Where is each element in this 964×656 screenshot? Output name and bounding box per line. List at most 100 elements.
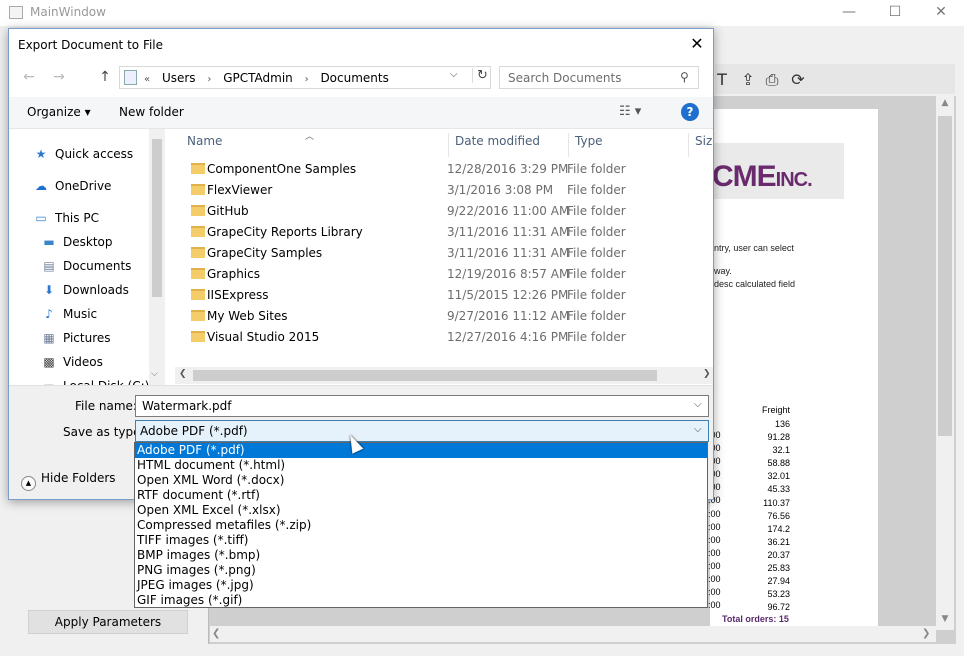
file-date: 11/5/2015 12:26 PM (447, 288, 569, 302)
refresh-icon[interactable]: ↻ (472, 68, 488, 83)
nav-item-local-disk-c[interactable]: ▭Local Disk (C:) (9, 375, 149, 385)
nav-item-documents[interactable]: ▤ Documents (9, 255, 149, 277)
file-row[interactable]: IISExpress 11/5/2015 12:26 PM File folder (175, 285, 713, 306)
chevron-right-icon[interactable]: › (305, 74, 309, 85)
minimize-button[interactable]: — (826, 0, 872, 26)
save-type-option[interactable]: Compressed metafiles (*.zip) (135, 518, 707, 533)
freight-value: 136 (774, 419, 790, 429)
file-row[interactable]: GitHub 9/22/2016 11:00 AM File folder (175, 201, 713, 222)
save-type-option[interactable]: RTF document (*.rtf) (135, 488, 707, 503)
file-row[interactable]: Graphics 12/19/2016 8:57 AM File folder (175, 264, 713, 285)
new-folder-button[interactable]: New folder (119, 105, 184, 119)
desktop-icon: ▬ (43, 235, 55, 249)
scroll-left-icon[interactable]: ❮ (179, 369, 187, 379)
file-type: File folder (567, 183, 626, 197)
chevron-right-icon[interactable]: › (207, 74, 211, 85)
nav-item-onedrive[interactable]: ☁ OneDrive (9, 175, 149, 197)
up-arrow-icon[interactable]: ↑ (95, 67, 115, 87)
nav-item-desktop[interactable]: ▬ Desktop (9, 231, 149, 253)
file-row[interactable]: My Web Sites 9/27/2016 11:12 AM File folde… (175, 306, 713, 327)
scroll-down-icon[interactable]: ⌵ (151, 369, 158, 379)
file-row[interactable]: FlexViewer 3/1/2016 3:08 PM File folder (175, 180, 713, 201)
scroll-right-icon[interactable]: ❯ (922, 628, 930, 639)
save-type-option[interactable]: HTML document (*.html) (135, 458, 707, 473)
chevron-down-icon[interactable]: ⌵ (694, 424, 702, 435)
app-icon (9, 6, 23, 19)
back-arrow-icon[interactable]: ← (19, 67, 39, 87)
file-name-value[interactable]: Watermark.pdf (142, 399, 231, 413)
file-name-field[interactable]: Watermark.pdf ⌵ (135, 395, 709, 417)
column-header-name[interactable]: Name ︿ (175, 132, 449, 157)
view-options-icon[interactable]: ☷ ▾ (619, 104, 641, 119)
freight-header: Freight (761, 405, 790, 415)
command-bar: Organize ▾ New folder ☷ ▾ ? (9, 97, 713, 129)
search-input[interactable] (500, 67, 676, 88)
main-close-button[interactable]: ✕ (918, 0, 964, 26)
scroll-down-icon[interactable]: ▼ (936, 614, 954, 624)
save-type-option[interactable]: Open XML Word (*.docx) (135, 473, 707, 488)
file-name: GitHub (207, 204, 249, 218)
column-header-size[interactable]: Size (689, 133, 713, 157)
column-header-date[interactable]: Date modified (449, 133, 569, 157)
file-name: ComponentOne Samples (207, 162, 357, 176)
apply-parameters-button[interactable]: Apply Parameters (28, 610, 188, 634)
file-row[interactable]: GrapeCity Reports Library 3/11/2016 11:31… (175, 222, 713, 243)
save-type-option[interactable]: GIF images (*.gif) (135, 593, 707, 608)
column-date-label: Date modified (455, 134, 541, 148)
viewer-vertical-scroll-thumb[interactable] (938, 116, 952, 436)
save-type-option[interactable]: PNG images (*.png) (135, 563, 707, 578)
organize-button[interactable]: Organize ▾ (27, 105, 91, 119)
scroll-right-icon[interactable]: ❯ (703, 369, 711, 379)
file-type: File folder (567, 246, 626, 260)
hide-folders-button[interactable]: ▲ Hide Folders (21, 471, 116, 491)
text-icon[interactable]: T (712, 70, 732, 90)
dialog-close-button[interactable]: ✕ (685, 33, 709, 55)
chevron-down-icon[interactable]: ⌵ (450, 69, 458, 80)
search-box[interactable]: ⚲ (499, 66, 699, 89)
file-row[interactable]: ComponentOne Samples 12/28/2016 3:29 PM Fi… (175, 159, 713, 180)
breadcrumb-users[interactable]: Users (162, 71, 196, 85)
freight-value: 27.94 (767, 576, 790, 587)
forward-arrow-icon[interactable]: → (49, 67, 69, 87)
save-type-option[interactable]: TIFF images (*.tiff) (135, 533, 707, 548)
nav-item-downloads[interactable]: ⬇ Downloads (9, 279, 149, 301)
save-type-option[interactable]: BMP images (*.bmp) (135, 548, 707, 563)
save-type-option[interactable]: JPEG images (*.jpg) (135, 578, 707, 593)
nav-item-quick-access[interactable]: ★ Quick access (9, 143, 149, 165)
maximize-button[interactable]: ☐ (872, 0, 918, 26)
file-date: 12/19/2016 8:57 AM (447, 267, 570, 281)
chevron-down-icon[interactable]: ⌵ (694, 399, 702, 410)
breadcrumb-documents[interactable]: Documents (320, 71, 388, 85)
hide-folders-label: Hide Folders (41, 471, 116, 485)
refresh-icon[interactable]: ⟳ (788, 70, 808, 90)
save-type-option[interactable]: Adobe PDF (*.pdf) (135, 443, 707, 458)
file-row[interactable]: Visual Studio 2015 12/27/2016 4:16 PM File… (175, 327, 713, 348)
file-type: File folder (567, 288, 626, 302)
print-icon[interactable]: ⎙ (762, 70, 782, 90)
viewer-horizontal-scrollbar[interactable] (210, 626, 936, 642)
navigation-scroll-thumb[interactable] (152, 139, 162, 297)
breadcrumb-overflow-icon[interactable]: « (144, 74, 150, 85)
save-type-select[interactable]: Adobe PDF (*.pdf) ⌵ (135, 420, 709, 442)
time-stub: :00 (708, 560, 721, 571)
breadcrumb-gpctadmin[interactable]: GPCTAdmin (223, 71, 293, 85)
time-stub: :00 (708, 508, 721, 519)
column-header-type[interactable]: Type (569, 133, 689, 157)
nav-item-this-pc[interactable]: ▭ This PC (9, 207, 149, 229)
sort-up-icon: ︿ (305, 132, 315, 142)
save-type-option[interactable]: Open XML Excel (*.xlsx) (135, 503, 707, 518)
address-bar[interactable]: « Users › GPCTAdmin › Documents ⌵ ↻ (119, 66, 491, 89)
file-row[interactable]: GrapeCity Samples 3/11/2016 11:31 AM File … (175, 243, 713, 264)
scroll-up-icon[interactable]: ▲ (936, 98, 954, 108)
music-icon: ♪ (45, 307, 53, 321)
search-icon[interactable]: ⚲ (680, 70, 689, 84)
save-type-value[interactable]: Adobe PDF (*.pdf) (140, 424, 248, 438)
export-icon[interactable]: ⇪ (738, 70, 758, 90)
scroll-left-icon[interactable]: ❮ (212, 628, 220, 639)
nav-item-videos[interactable]: ▩ Videos (9, 351, 149, 373)
nav-item-music[interactable]: ♪ Music (9, 303, 149, 325)
file-list-scroll-thumb[interactable] (193, 370, 657, 381)
help-button[interactable]: ? (681, 103, 699, 121)
file-name-label: File name: (75, 399, 137, 413)
nav-item-pictures[interactable]: ▦ Pictures (9, 327, 149, 349)
